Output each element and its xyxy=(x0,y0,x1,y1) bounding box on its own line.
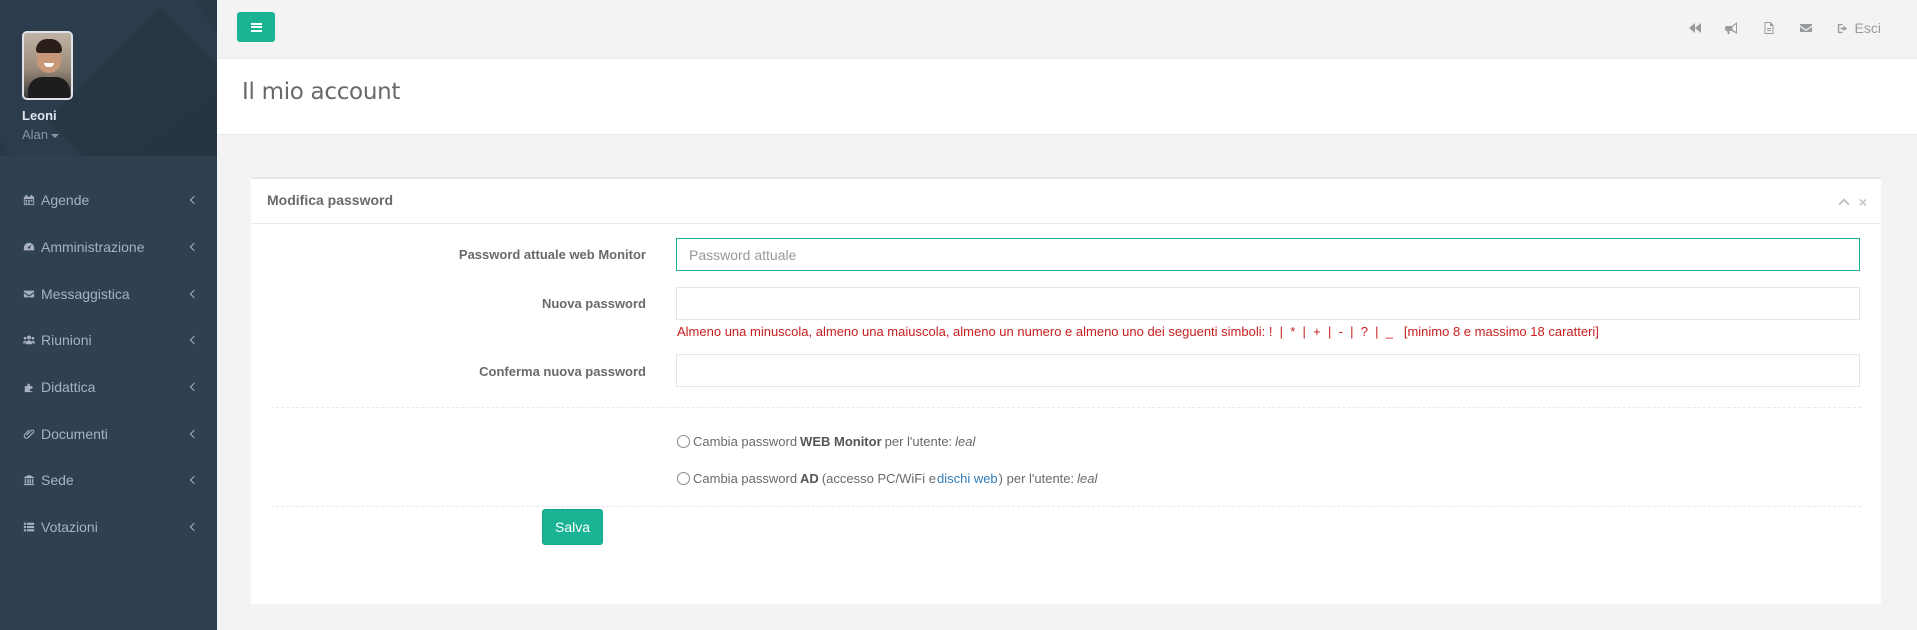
sidebar-item-agende[interactable]: Agende xyxy=(0,177,217,224)
chevron-left-icon xyxy=(189,476,199,485)
chevron-left-icon xyxy=(189,522,199,532)
sidebar-item-label: Sede xyxy=(41,472,74,489)
radio-web-monitor[interactable]: Cambia password WEB Monitor per l'utente… xyxy=(677,434,975,449)
puzzle-icon xyxy=(22,380,36,394)
chevron-left-icon xyxy=(189,242,199,252)
menu-toggle-button[interactable] xyxy=(237,12,275,42)
sidebar-item-label: Votazioni xyxy=(41,519,98,536)
divider xyxy=(271,506,1861,507)
sidebar-item-didattica[interactable]: Didattica xyxy=(0,364,217,411)
profile-menu-toggle[interactable]: Alan xyxy=(22,127,217,142)
profile-name: Alan xyxy=(22,127,49,142)
file-icon[interactable] xyxy=(1762,21,1776,35)
chevron-left-icon xyxy=(189,429,199,439)
topbar-actions: Esci xyxy=(1688,0,1881,56)
panel-tools: × xyxy=(1838,195,1867,210)
chevron-left-icon xyxy=(189,382,199,392)
panel-header: Modifica password × xyxy=(251,177,1881,224)
sidebar-nav: Agende Amministrazione Messaggistica Riu… xyxy=(0,177,217,551)
password-requirements-hint: Almeno una minuscola, almeno una maiusco… xyxy=(677,324,1599,339)
radio-button[interactable] xyxy=(677,435,690,448)
radio-ad[interactable]: Cambia password AD (accesso PC/WiFi e di… xyxy=(677,471,1097,486)
dashboard-icon xyxy=(22,240,36,254)
chevron-left-icon xyxy=(189,289,199,298)
list-icon xyxy=(22,520,36,534)
change-password-panel: Modifica password × Password attuale web… xyxy=(251,177,1881,604)
sidebar: Leoni Alan Agende Amministrazione Messag… xyxy=(0,0,217,630)
avatar[interactable] xyxy=(22,31,73,100)
hamburger-icon xyxy=(250,22,262,32)
divider xyxy=(271,407,1861,408)
confirm-password-input[interactable] xyxy=(676,354,1860,387)
collapse-icon[interactable] xyxy=(1838,198,1850,210)
paperclip-icon xyxy=(22,427,36,441)
sidebar-item-votazioni[interactable]: Votazioni xyxy=(0,504,217,551)
new-password-input[interactable] xyxy=(676,287,1860,320)
caret-down-icon xyxy=(51,133,60,138)
current-password-input[interactable] xyxy=(676,238,1860,271)
sidebar-item-messaggistica[interactable]: Messaggistica xyxy=(0,270,217,317)
page-heading: Il mio account xyxy=(217,59,1917,135)
sidebar-item-amministrazione[interactable]: Amministrazione xyxy=(0,224,217,271)
dischi-web-link[interactable]: dischi web xyxy=(937,471,998,486)
panel-title: Modifica password xyxy=(267,192,394,208)
logout-label: Esci xyxy=(1854,20,1881,36)
sidebar-item-documenti[interactable]: Documenti xyxy=(0,410,217,457)
confirm-password-label: Conferma nuova password xyxy=(479,364,646,379)
username: leal xyxy=(955,434,976,449)
back-icon[interactable] xyxy=(1688,21,1702,35)
sign-out-icon xyxy=(1837,23,1847,33)
sidebar-item-label: Didattica xyxy=(41,379,96,396)
profile-panel: Leoni Alan xyxy=(0,0,217,156)
sidebar-item-label: Amministrazione xyxy=(41,239,145,256)
envelope-icon[interactable] xyxy=(1799,21,1813,35)
chevron-left-icon xyxy=(189,336,199,345)
users-icon xyxy=(22,333,36,347)
current-password-label: Password attuale web Monitor xyxy=(458,247,646,262)
institution-icon xyxy=(22,473,36,487)
sidebar-item-riunioni[interactable]: Riunioni xyxy=(0,317,217,364)
save-button[interactable]: Salva xyxy=(542,509,603,545)
sidebar-item-label: Documenti xyxy=(41,425,108,442)
calendar-icon xyxy=(22,193,36,207)
sidebar-item-label: Messaggistica xyxy=(41,285,130,302)
topbar: Esci xyxy=(217,0,1917,59)
sidebar-item-sede[interactable]: Sede xyxy=(0,457,217,504)
bullhorn-icon[interactable] xyxy=(1724,21,1739,35)
logout-link[interactable]: Esci xyxy=(1836,20,1881,36)
radio-button[interactable] xyxy=(677,472,690,485)
sidebar-item-label: Agende xyxy=(41,192,90,209)
close-icon[interactable]: × xyxy=(1859,195,1867,209)
profile-surname: Leoni xyxy=(22,108,57,123)
chevron-left-icon xyxy=(189,196,199,205)
page-title: Il mio account xyxy=(242,79,401,105)
username: leal xyxy=(1077,471,1098,486)
sidebar-item-label: Riunioni xyxy=(41,332,92,349)
envelope-icon xyxy=(22,287,36,301)
new-password-label: Nuova password xyxy=(541,296,646,311)
